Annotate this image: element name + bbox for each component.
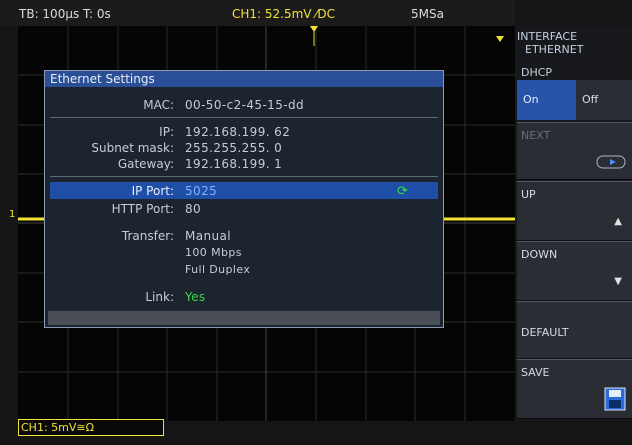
down-label: DOWN bbox=[521, 248, 558, 261]
next-label: NEXT bbox=[521, 129, 551, 142]
ip-port-label: IP Port: bbox=[131, 184, 174, 198]
up-label: UP bbox=[521, 188, 536, 201]
link-label: Link: bbox=[145, 290, 174, 304]
mac-label: MAC: bbox=[143, 98, 174, 112]
transfer-label: Transfer: bbox=[121, 229, 174, 243]
floppy-disk-icon bbox=[604, 387, 626, 411]
timebase-readout[interactable]: TB: 100µs T: 0s bbox=[19, 7, 111, 21]
save-label: SAVE bbox=[521, 366, 550, 379]
gateway-value[interactable]: 192.168.199. 1 bbox=[185, 157, 282, 171]
ch1-status-label[interactable]: CH1: 5mV≅Ω bbox=[18, 419, 164, 436]
transfer-duplex: Full Duplex bbox=[185, 263, 251, 276]
http-port-value[interactable]: 80 bbox=[185, 202, 201, 216]
default-softkey[interactable]: DEFAULT bbox=[517, 301, 632, 359]
dhcp-off-button[interactable]: Off bbox=[576, 80, 632, 120]
menu-header-line1: INTERFACE bbox=[517, 30, 578, 43]
save-softkey[interactable]: SAVE bbox=[517, 359, 632, 419]
dialog-title: Ethernet Settings bbox=[45, 71, 443, 87]
http-port-label: HTTP Port: bbox=[111, 202, 174, 216]
link-status: Yes bbox=[185, 290, 206, 304]
oscilloscope-screen: TB: 100µs T: 0s CH1: 52.5mV ⁄DC 5MSa 1 E… bbox=[0, 0, 632, 445]
ip-value[interactable]: 192.168.199. 62 bbox=[185, 125, 290, 139]
dhcp-on-label: On bbox=[523, 93, 539, 106]
menu-header-line2: ETHERNET bbox=[525, 43, 584, 56]
ip-port-value[interactable]: 5025 bbox=[185, 184, 217, 198]
subnet-value[interactable]: 255.255.255. 0 bbox=[185, 141, 282, 155]
arrow-up-icon: ▲ bbox=[614, 216, 622, 227]
transfer-speed: 100 Mbps bbox=[185, 246, 242, 259]
arrow-down-icon: ▼ bbox=[614, 276, 622, 287]
dhcp-label: DHCP bbox=[521, 66, 553, 79]
status-bar: TB: 100µs T: 0s CH1: 52.5mV ⁄DC 5MSa bbox=[0, 0, 515, 26]
divider bbox=[50, 117, 438, 118]
ch1-ground-marker[interactable]: 1 bbox=[9, 209, 15, 220]
refresh-icon[interactable]: ⟳ bbox=[397, 184, 408, 199]
dhcp-off-label: Off bbox=[582, 93, 599, 106]
ch1-readout[interactable]: CH1: 52.5mV ⁄DC bbox=[232, 7, 335, 21]
up-softkey[interactable]: UP ▲ bbox=[517, 181, 632, 241]
next-arrow-icon bbox=[596, 155, 626, 169]
default-label: DEFAULT bbox=[521, 326, 569, 339]
dhcp-on-button[interactable]: On bbox=[517, 80, 576, 120]
transfer-mode[interactable]: Manual bbox=[185, 229, 231, 243]
mac-value: 00-50-c2-45-15-dd bbox=[185, 98, 304, 112]
trigger-marker-icon[interactable] bbox=[496, 36, 504, 42]
next-softkey[interactable]: NEXT bbox=[517, 122, 632, 180]
menu-header: INTERFACE ETHERNET bbox=[517, 30, 583, 56]
divider bbox=[50, 176, 438, 177]
sample-rate-readout: 5MSa bbox=[411, 7, 444, 21]
subnet-label: Subnet mask: bbox=[91, 141, 174, 155]
down-softkey[interactable]: DOWN ▼ bbox=[517, 241, 632, 301]
gateway-label: Gateway: bbox=[117, 157, 174, 171]
dialog-footer bbox=[48, 311, 440, 325]
ip-label: IP: bbox=[159, 125, 174, 139]
ethernet-settings-dialog: Ethernet Settings MAC: 00-50-c2-45-15-dd… bbox=[44, 70, 444, 328]
